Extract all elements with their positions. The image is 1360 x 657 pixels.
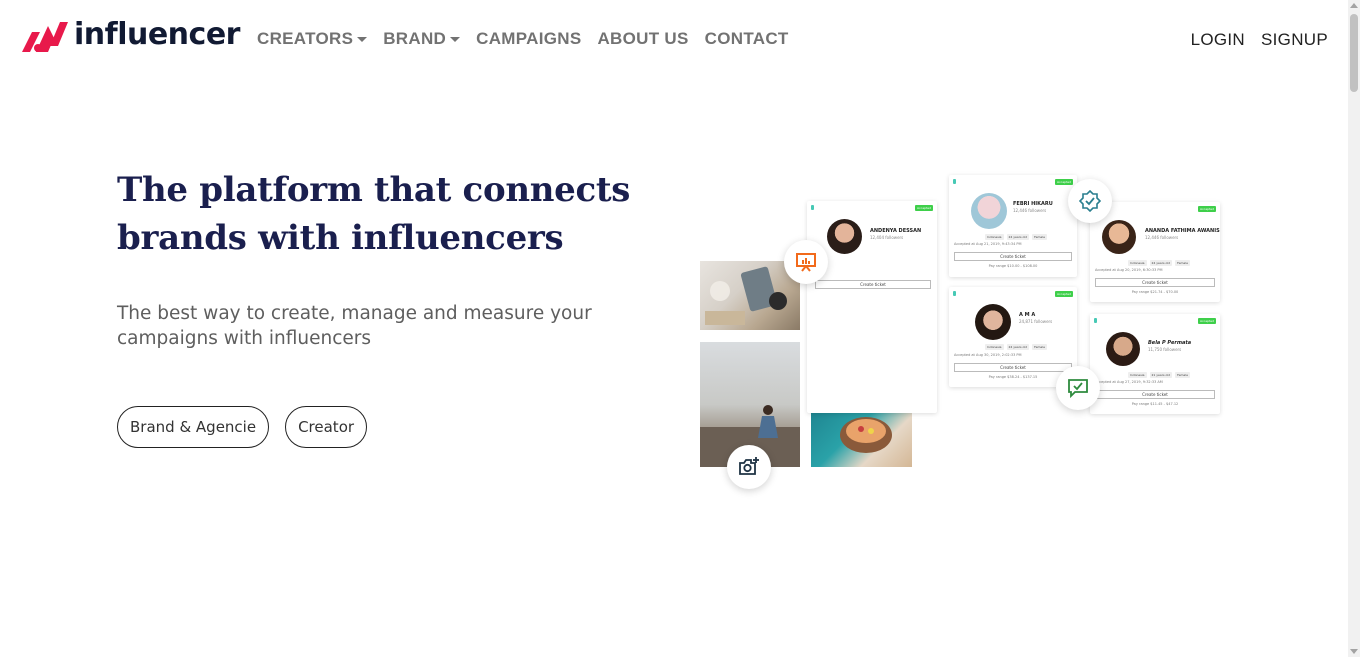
tag: Indonesia: [1128, 260, 1147, 266]
main-nav: CREATORS BRAND CAMPAIGNS ABOUT US CONTAC…: [257, 29, 789, 49]
verified-badge-icon: [1068, 179, 1112, 223]
pay-range: Pay range $11.45 - $47.12: [1131, 402, 1179, 406]
pin-icon: [1094, 318, 1097, 323]
flatlay-photo: [700, 261, 800, 330]
pin-icon: [953, 179, 956, 184]
nav-brand-dropdown[interactable]: BRAND: [383, 29, 461, 49]
tag: Female: [1175, 260, 1190, 266]
influencer-name: Bela P Permata: [1148, 340, 1192, 346]
tag: Female: [1032, 234, 1047, 240]
hero-title: The platform that connects brands with i…: [117, 166, 637, 262]
hero-title-line-2: brands with influencers: [117, 218, 564, 258]
influencer-name: A M A: [1019, 312, 1036, 318]
pay-range: Pay range $10.00 - $108.00: [988, 264, 1038, 268]
presentation-icon: [784, 240, 828, 284]
tag: Indonesia: [985, 234, 1004, 240]
login-link[interactable]: LOGIN: [1191, 30, 1245, 50]
tag: 21 years old: [1149, 372, 1173, 378]
scroll-thumb[interactable]: [1350, 14, 1358, 92]
tag: Female: [1175, 372, 1190, 378]
accepted-date: Accepted at Aug 30, 2019, 2:02:33 PM: [954, 353, 1022, 357]
influencer-name: ANANDA FATHIMA AWANIS: [1145, 228, 1220, 234]
accepted-badge: Accepted: [1198, 318, 1216, 324]
top-navbar: influencer CREATORS BRAND CAMPAIGNS ABOU…: [0, 0, 1348, 80]
follower-count: 11,750 followers: [1148, 347, 1182, 352]
create-ticket-button: Create ticket: [954, 363, 1072, 372]
tag: 24 years old: [1006, 234, 1030, 240]
caret-down-icon: [357, 36, 368, 42]
influencer-logo-icon: [22, 22, 68, 52]
create-ticket-button: Create ticket: [1095, 278, 1215, 287]
nav-about-link[interactable]: ABOUT US: [597, 29, 688, 49]
accepted-date: Accepted at Aug 27, 2019, 9:32:33 AM: [1095, 380, 1163, 384]
pay-range: Pay range $21.74 - $70.00: [1131, 290, 1179, 294]
accepted-date: Accepted at Aug 21, 2019, 9:43:34 PM: [954, 242, 1022, 246]
scroll-up-arrow-icon[interactable]: [1350, 3, 1358, 8]
brand-logo-link[interactable]: influencer: [20, 16, 240, 56]
pin-icon: [811, 205, 814, 210]
pin-icon: [953, 291, 956, 296]
accepted-badge: Accepted: [1055, 179, 1073, 185]
influencer-name: FEBRI HIKARU: [1013, 201, 1053, 207]
follower-count: 12,446 followers: [1145, 235, 1179, 240]
nav-brand-label: BRAND: [383, 29, 447, 48]
accepted-badge: Accepted: [915, 205, 933, 211]
hero-subtitle-line-2: campaigns with influencers: [117, 328, 372, 349]
avatar: [1102, 220, 1136, 254]
influencer-card: Accepted A M A 24,871 followers Indonesi…: [949, 287, 1077, 387]
nav-campaigns-link[interactable]: CAMPAIGNS: [476, 29, 581, 49]
follower-count: 24,871 followers: [1019, 319, 1053, 324]
card-tags: Indonesia 24 years old Female: [1128, 260, 1190, 266]
follower-count: 12,404 followers: [870, 235, 904, 240]
brand-name: influencer: [74, 16, 240, 52]
hero-subtitle-line-1: The best way to create, manage and measu…: [117, 303, 592, 324]
brand-agency-button[interactable]: Brand & Agencie: [117, 406, 270, 448]
hero-cta-buttons: Brand & Agencie Creator: [117, 406, 368, 448]
caret-down-icon: [450, 36, 461, 42]
hero-title-line-1: The platform that connects: [117, 170, 631, 210]
signup-link[interactable]: SIGNUP: [1261, 30, 1328, 50]
influencer-card: Accepted FEBRI HIKARU 12,446 followers I…: [949, 175, 1077, 277]
card-tags: Indonesia 24 years old Female: [985, 344, 1047, 350]
card-tags: Indonesia 21 years old Female: [1128, 372, 1190, 378]
nav-creators-label: CREATORS: [257, 29, 354, 48]
accepted-badge: Accepted: [1198, 206, 1216, 212]
follower-count: 12,446 followers: [1013, 208, 1047, 213]
influencer-card: Accepted ANDENYA DESSAN 12,404 followers…: [807, 201, 937, 413]
auth-nav: LOGIN SIGNUP: [1191, 30, 1328, 50]
tag: Female: [1032, 344, 1047, 350]
influencer-name: ANDENYA DESSAN: [870, 228, 922, 234]
accepted-date: Accepted at Aug 20, 2019, 6:30:33 PM: [1095, 268, 1163, 272]
tag: 24 years old: [1006, 344, 1030, 350]
creator-button[interactable]: Creator: [285, 406, 368, 448]
hero-illustration: Accepted ANDENYA DESSAN 12,404 followers…: [695, 170, 1235, 500]
nav-creators-dropdown[interactable]: CREATORS: [257, 29, 368, 49]
camera-add-icon: [727, 445, 771, 489]
hero-subtitle: The best way to create, manage and measu…: [117, 301, 637, 351]
message-check-icon: [1056, 366, 1100, 410]
nav-contact-link[interactable]: CONTACT: [705, 29, 789, 49]
tag: Indonesia: [985, 344, 1004, 350]
influencer-card: Accepted ANANDA FATHIMA AWANIS 12,446 fo…: [1090, 202, 1220, 302]
create-ticket-button: Create ticket: [815, 280, 931, 289]
avatar: [1106, 332, 1140, 366]
create-ticket-button: Create ticket: [954, 252, 1072, 261]
scroll-down-arrow-icon[interactable]: [1350, 649, 1358, 654]
influencer-card: Accepted Bela P Permata 11,750 followers…: [1090, 314, 1220, 414]
tag: Indonesia: [1128, 372, 1147, 378]
avatar: [827, 219, 862, 254]
avatar: [975, 304, 1011, 340]
accepted-badge: Accepted: [1055, 291, 1073, 297]
page-scrollbar[interactable]: [1348, 0, 1360, 657]
card-tags: Indonesia 24 years old Female: [985, 234, 1047, 240]
create-ticket-button: Create ticket: [1095, 390, 1215, 399]
tag: 24 years old: [1149, 260, 1173, 266]
avatar: [971, 193, 1007, 229]
